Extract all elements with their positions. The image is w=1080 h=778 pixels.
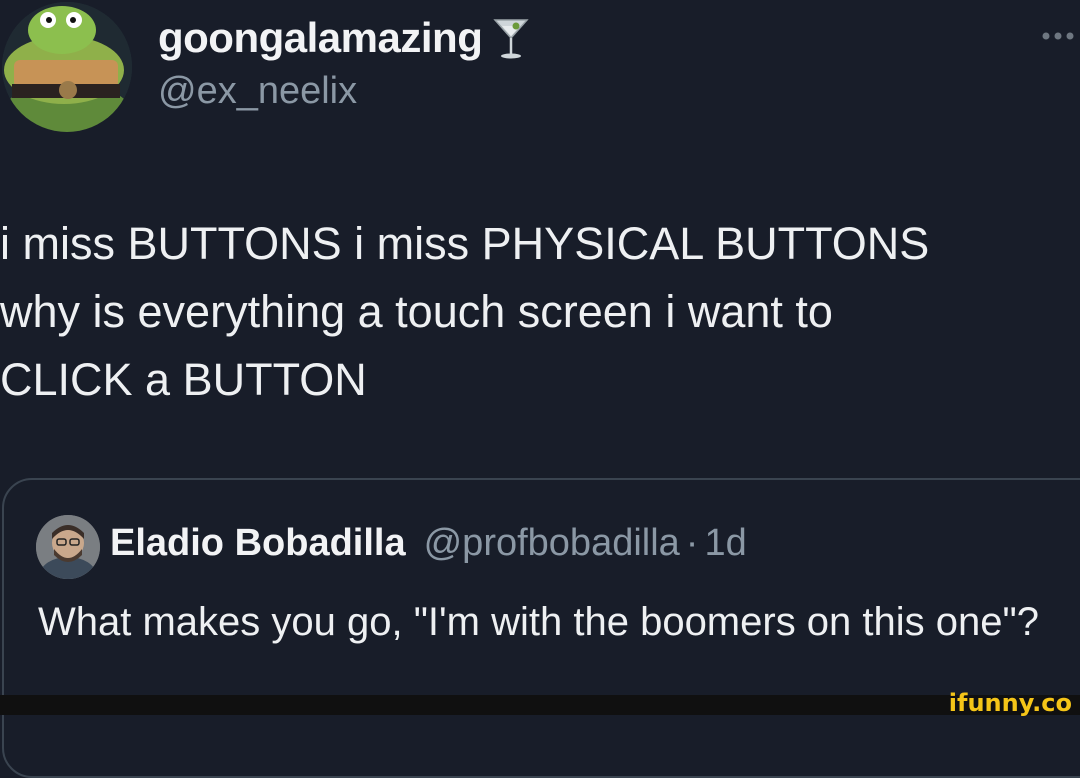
tweet-text-line: i miss BUTTONS i miss PHYSICAL BUTTONS <box>0 218 930 269</box>
turtle-avatar-icon <box>2 2 132 132</box>
person-avatar-icon <box>36 515 100 579</box>
tweet-text-line: CLICK a BUTTON <box>0 354 367 405</box>
quoted-tweet-text: What makes you go, "I'm with the boomers… <box>38 600 1039 644</box>
quoted-tweet-header: Eladio Bobadilla @profbobadilla · 1d <box>110 522 747 565</box>
author-name-row: goongalamazing <box>158 14 530 62</box>
footer-bar <box>0 695 1080 715</box>
quoted-timestamp[interactable]: 1d <box>704 522 746 565</box>
cocktail-glass-icon <box>493 19 530 59</box>
author-handle[interactable]: @ex_neelix <box>158 70 357 113</box>
watermark-logo: ifunny.co <box>948 689 1072 717</box>
quoted-handle[interactable]: @profbobadilla <box>424 522 680 565</box>
quoted-user-avatar[interactable] <box>36 515 100 579</box>
author-display-name[interactable]: goongalamazing <box>158 14 483 62</box>
quoted-separator: · <box>685 522 699 564</box>
quoted-display-name[interactable]: Eladio Bobadilla <box>110 522 406 565</box>
user-avatar[interactable] <box>2 2 132 132</box>
tweet-text-line: why is everything a touch screen i want … <box>0 286 833 337</box>
tweet-text: i miss BUTTONS i miss PHYSICAL BUTTONS w… <box>0 210 1070 414</box>
more-options-icon[interactable] <box>1036 18 1080 54</box>
